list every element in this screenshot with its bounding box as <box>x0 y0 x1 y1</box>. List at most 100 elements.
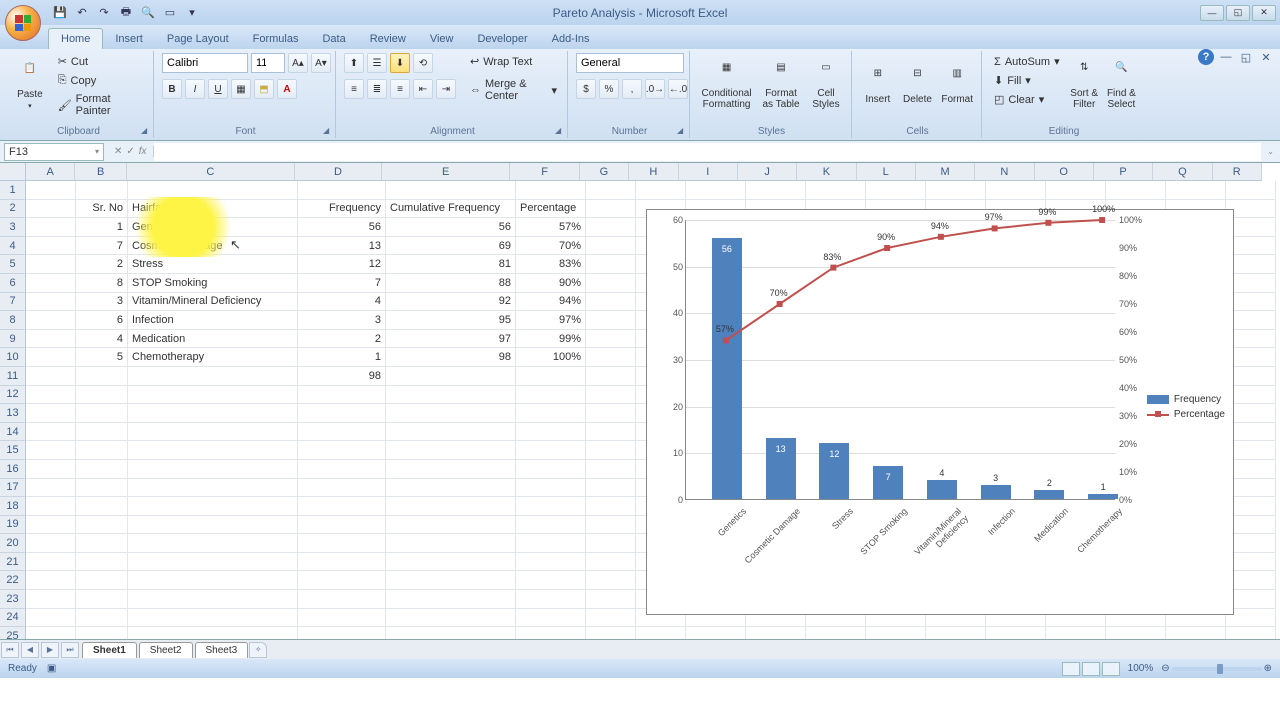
cell[interactable] <box>128 441 298 460</box>
workbook-restore-icon[interactable]: ◱ <box>1238 49 1254 65</box>
cell[interactable] <box>386 553 516 572</box>
cell[interactable] <box>866 181 926 200</box>
cell[interactable] <box>386 367 516 386</box>
cell[interactable] <box>76 497 128 516</box>
cell[interactable] <box>128 571 298 590</box>
cell[interactable]: 57% <box>516 218 586 237</box>
first-sheet-button[interactable]: ⏮ <box>1 642 19 658</box>
cell[interactable]: 2 <box>76 255 128 274</box>
cell[interactable] <box>26 330 76 349</box>
cell[interactable] <box>298 423 386 442</box>
cell[interactable]: 4 <box>76 330 128 349</box>
cell[interactable] <box>26 553 76 572</box>
cell[interactable] <box>298 516 386 535</box>
restore-button[interactable]: ◱ <box>1226 5 1250 21</box>
cell[interactable] <box>1226 627 1276 639</box>
cell[interactable] <box>866 627 926 639</box>
cell[interactable]: 81 <box>386 255 516 274</box>
fill-button[interactable]: ⬇Fill ▾ <box>990 72 1064 89</box>
cell[interactable] <box>516 479 586 498</box>
cell[interactable] <box>516 553 586 572</box>
align-left-button[interactable]: ≡ <box>344 79 364 99</box>
dialog-launcher-icon[interactable]: ◢ <box>555 126 565 136</box>
cell[interactable]: 6 <box>76 311 128 330</box>
row-header[interactable]: 12 <box>0 386 26 405</box>
cell[interactable] <box>516 367 586 386</box>
cell[interactable]: Genetics <box>128 218 298 237</box>
row-header[interactable]: 10 <box>0 348 26 367</box>
cell[interactable] <box>298 534 386 553</box>
cell[interactable] <box>586 553 636 572</box>
fx-icon[interactable]: fx <box>139 146 147 157</box>
clear-button[interactable]: ◰Clear ▾ <box>990 91 1064 108</box>
cell[interactable] <box>76 553 128 572</box>
cell[interactable] <box>586 274 636 293</box>
cell[interactable] <box>516 460 586 479</box>
cell[interactable]: 13 <box>298 237 386 256</box>
align-top-button[interactable]: ⬆ <box>344 53 364 73</box>
percent-button[interactable]: % <box>599 79 619 99</box>
cell[interactable]: STOP Smoking <box>128 274 298 293</box>
format-cells-button[interactable]: ▥Format <box>939 53 975 119</box>
formula-input[interactable] <box>154 143 1262 161</box>
cell[interactable]: 83% <box>516 255 586 274</box>
cell[interactable] <box>586 386 636 405</box>
cell[interactable] <box>298 386 386 405</box>
cell[interactable] <box>26 590 76 609</box>
cell[interactable] <box>926 627 986 639</box>
cell[interactable] <box>76 571 128 590</box>
cell[interactable] <box>26 293 76 312</box>
cell[interactable] <box>636 627 686 639</box>
cell[interactable] <box>26 609 76 628</box>
increase-indent-button[interactable]: ⇥ <box>436 79 456 99</box>
cell[interactable]: 92 <box>386 293 516 312</box>
cell[interactable] <box>516 404 586 423</box>
tab-developer[interactable]: Developer <box>465 29 539 49</box>
dialog-launcher-icon[interactable]: ◢ <box>677 126 687 136</box>
currency-button[interactable]: $ <box>576 79 596 99</box>
underline-button[interactable]: U <box>208 79 228 99</box>
minimize-button[interactable]: — <box>1200 5 1224 21</box>
cell[interactable] <box>516 571 586 590</box>
cell[interactable] <box>516 609 586 628</box>
cell[interactable] <box>26 404 76 423</box>
col-header[interactable]: H <box>629 163 678 181</box>
cell[interactable] <box>298 497 386 516</box>
cell[interactable] <box>26 534 76 553</box>
col-header[interactable]: G <box>580 163 629 181</box>
zoom-in-button[interactable]: ⊕ <box>1264 663 1272 674</box>
cell[interactable]: 7 <box>298 274 386 293</box>
cell[interactable] <box>26 311 76 330</box>
cell[interactable]: 5 <box>76 348 128 367</box>
cell[interactable] <box>76 181 128 200</box>
cell[interactable]: 94% <box>516 293 586 312</box>
cell[interactable] <box>26 200 76 219</box>
col-header[interactable]: B <box>75 163 126 181</box>
cell[interactable] <box>516 441 586 460</box>
cell[interactable] <box>746 627 806 639</box>
conditional-formatting-button[interactable]: ▦Conditional Formatting <box>698 53 755 119</box>
cell[interactable] <box>1166 627 1226 639</box>
cell[interactable]: Frequency <box>298 200 386 219</box>
row-header[interactable]: 6 <box>0 274 26 293</box>
cell[interactable]: 88 <box>386 274 516 293</box>
cell[interactable] <box>76 609 128 628</box>
row-header[interactable]: 25 <box>0 627 26 639</box>
cell[interactable] <box>1046 627 1106 639</box>
cell[interactable] <box>128 609 298 628</box>
tab-formulas[interactable]: Formulas <box>241 29 311 49</box>
prev-sheet-button[interactable]: ◀ <box>21 642 39 658</box>
orientation-button[interactable]: ⟲ <box>413 53 433 73</box>
row-header[interactable]: 14 <box>0 423 26 442</box>
cell[interactable] <box>586 627 636 639</box>
delete-cells-button[interactable]: ⊟Delete <box>900 53 936 119</box>
increase-decimal-button[interactable]: .0→ <box>645 79 665 99</box>
cell[interactable] <box>386 404 516 423</box>
cell[interactable] <box>128 460 298 479</box>
row-header[interactable]: 7 <box>0 293 26 312</box>
cell[interactable]: Vitamin/Mineral Deficiency <box>128 293 298 312</box>
cell[interactable] <box>128 516 298 535</box>
cell[interactable] <box>76 386 128 405</box>
cell[interactable]: 3 <box>76 293 128 312</box>
cell[interactable] <box>298 627 386 639</box>
